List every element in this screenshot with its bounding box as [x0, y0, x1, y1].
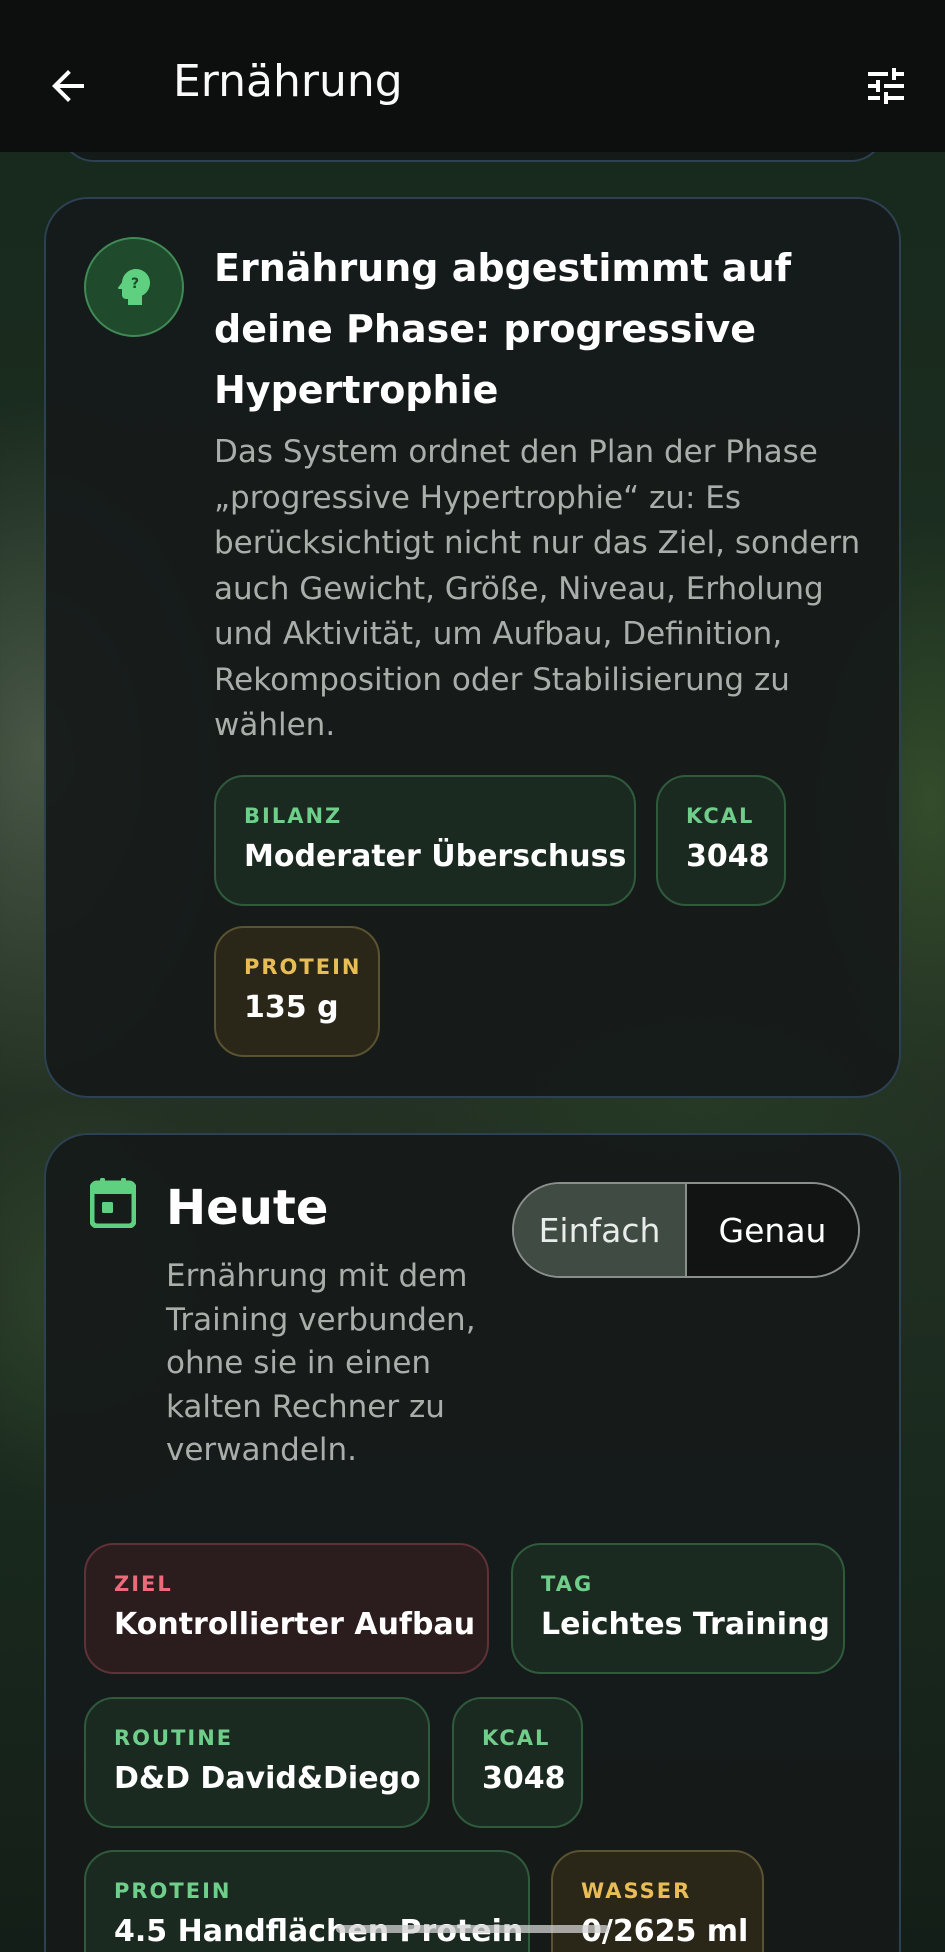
chip-kcal-today: KCAL 3048	[452, 1697, 583, 1828]
chip-value: 3048	[482, 1761, 566, 1796]
today-title: Heute	[166, 1180, 329, 1236]
chip-value: 0/2625 ml	[581, 1914, 749, 1949]
phase-title: Ernährung abgestimmt auf deine Phase: pr…	[214, 246, 792, 412]
tune-sliders-icon[interactable]	[862, 62, 910, 110]
chip-value: 135 g	[244, 990, 339, 1025]
chip-label: KCAL	[482, 1726, 551, 1750]
arrow-left-icon[interactable]	[44, 62, 92, 110]
chip-protein-today: PROTEIN 4.5 Handflächen Protein	[84, 1850, 530, 1952]
chip-label: ROUTINE	[114, 1726, 234, 1750]
chip-bilanz: BILANZ Moderater Überschuss	[214, 775, 636, 906]
chip-value: Leichtes Training	[541, 1607, 830, 1642]
chip-kcal: KCAL 3048	[656, 775, 786, 906]
chip-ziel: ZIEL Kontrollierter Aufbau	[84, 1543, 489, 1674]
home-indicator[interactable]	[336, 1925, 609, 1933]
chip-label: KCAL	[686, 804, 755, 828]
app-bar: Ernährung	[0, 0, 945, 152]
chip-label: TAG	[541, 1572, 594, 1596]
mode-option-genau[interactable]: Genau	[687, 1184, 858, 1276]
calendar-icon	[90, 1178, 136, 1228]
phase-description: Das System ordnet den Plan der Phase „pr…	[214, 434, 861, 743]
chip-label: ZIEL	[114, 1572, 173, 1596]
chip-label: BILANZ	[244, 804, 343, 828]
today-description: Ernährung mit dem Training verbunden, oh…	[166, 1258, 476, 1468]
chip-tag: TAG Leichtes Training	[511, 1543, 845, 1674]
chip-value: D&D David&Diego	[114, 1761, 421, 1796]
mode-toggle: Einfach Genau	[512, 1182, 860, 1278]
chip-protein: PROTEIN 135 g	[214, 926, 380, 1057]
chip-value: 3048	[686, 839, 770, 874]
head-question-icon: ?	[84, 237, 184, 337]
chip-routine: ROUTINE D&D David&Diego	[84, 1697, 430, 1828]
page-title: Ernährung	[173, 56, 403, 107]
chip-label: WASSER	[581, 1879, 692, 1903]
mode-option-einfach[interactable]: Einfach	[514, 1184, 687, 1276]
chip-value: Kontrollierter Aufbau	[114, 1607, 476, 1642]
svg-text:?: ?	[131, 276, 139, 292]
chip-value: Moderater Überschuss	[244, 839, 627, 874]
chip-label: PROTEIN	[114, 1879, 232, 1903]
chip-label: PROTEIN	[244, 955, 362, 979]
chip-wasser: WASSER 0/2625 ml	[551, 1850, 764, 1952]
